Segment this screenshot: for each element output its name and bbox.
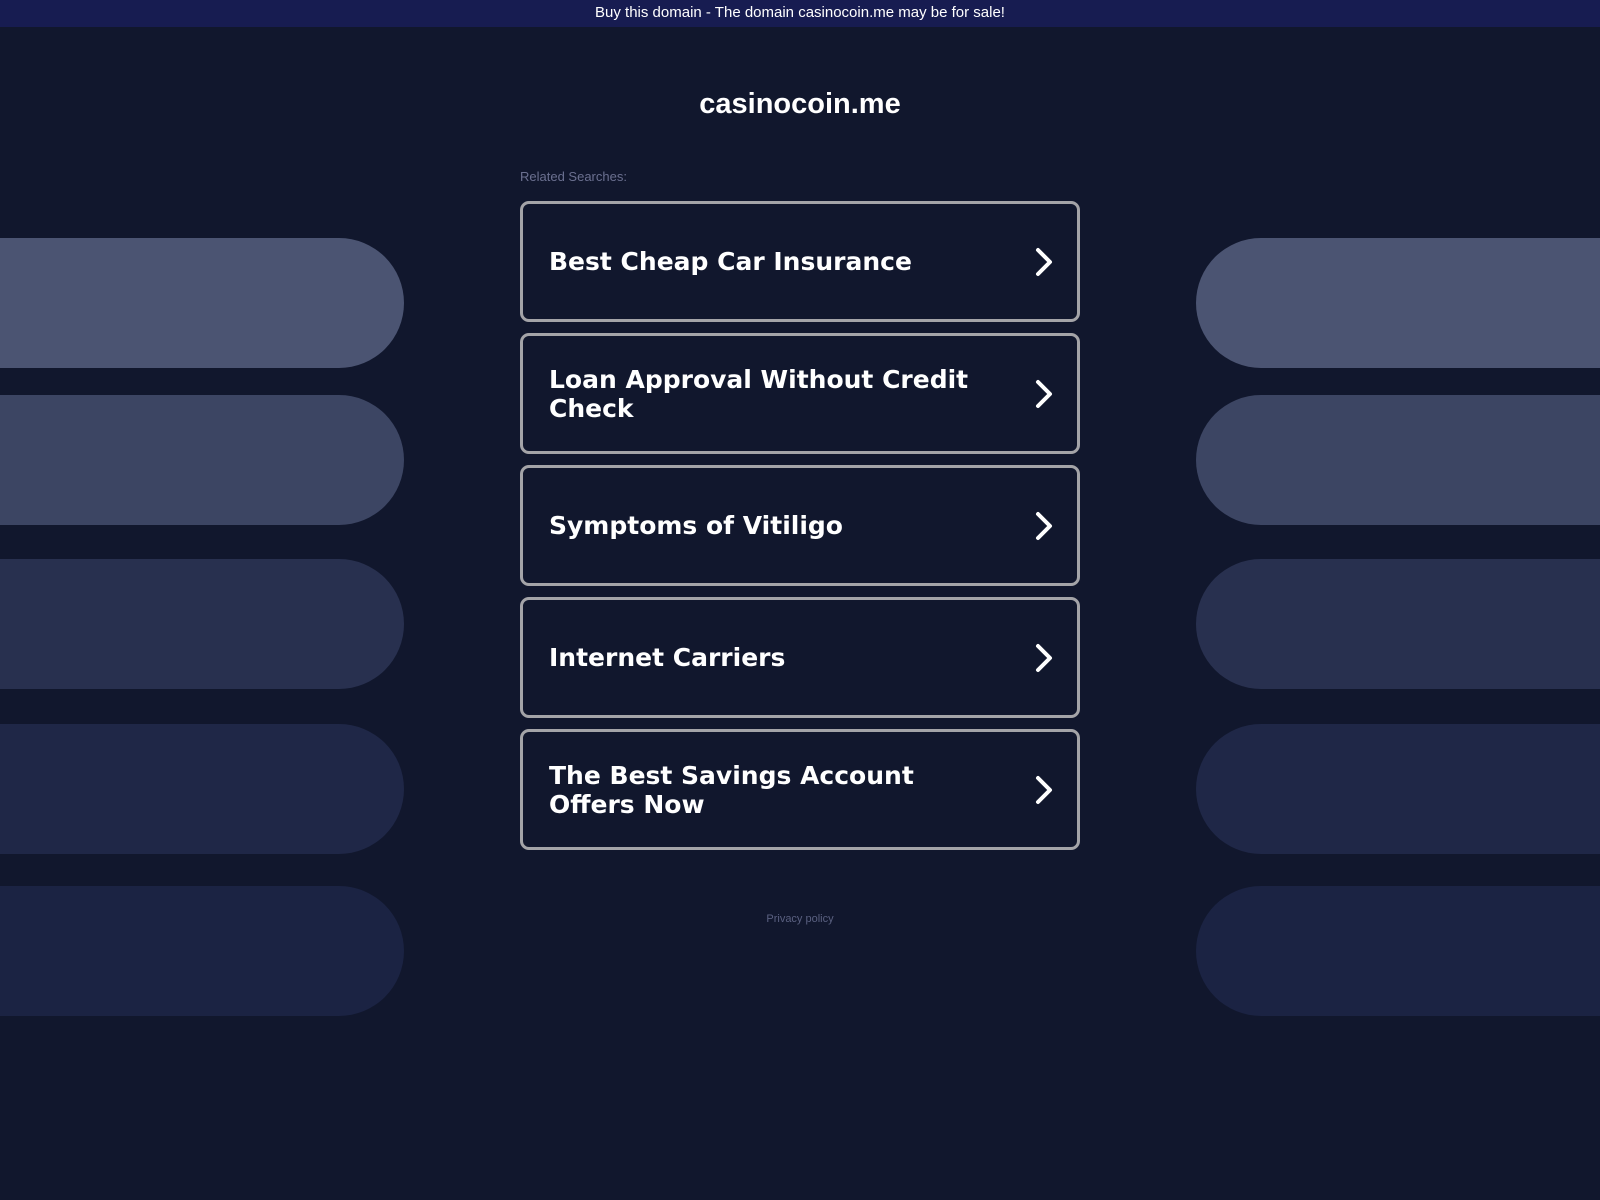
decorative-pill	[0, 395, 404, 525]
related-search-label: Loan Approval Without Credit Check	[549, 364, 969, 423]
related-search-label: The Best Savings Account Offers Now	[549, 760, 914, 819]
related-search-link[interactable]: Best Cheap Car Insurance	[520, 201, 1080, 322]
buy-domain-banner[interactable]: Buy this domain - The domain casinocoin.…	[0, 0, 1600, 27]
decorative-pill	[0, 559, 404, 689]
related-searches-label: Related Searches:	[520, 169, 627, 184]
related-search-label: Symptoms of Vitiligo	[549, 511, 843, 540]
related-search-link[interactable]: Internet Carriers	[520, 597, 1080, 718]
parked-domain-page: Buy this domain - The domain casinocoin.…	[0, 0, 1600, 1200]
decorative-pill	[0, 238, 404, 368]
related-search-link[interactable]: Symptoms of Vitiligo	[520, 465, 1080, 586]
chevron-right-icon	[1036, 643, 1052, 672]
related-search-label: Best Cheap Car Insurance	[549, 247, 912, 276]
related-search-link[interactable]: The Best Savings Account Offers Now	[520, 729, 1080, 850]
chevron-right-icon	[1036, 379, 1052, 408]
chevron-right-icon	[1036, 247, 1052, 276]
related-search-label: Internet Carriers	[549, 643, 786, 672]
chevron-right-icon	[1036, 511, 1052, 540]
decorative-pill	[0, 886, 404, 1016]
privacy-policy-link[interactable]: Privacy policy	[0, 913, 1600, 925]
decorative-pill	[1196, 886, 1600, 1016]
related-search-link[interactable]: Loan Approval Without Credit Check	[520, 333, 1080, 454]
domain-title: casinocoin.me	[699, 88, 901, 120]
decorative-pill	[1196, 395, 1600, 525]
related-searches-list: Best Cheap Car Insurance Loan Approval W…	[520, 201, 1080, 861]
decorative-pill	[1196, 559, 1600, 689]
decorative-pill	[1196, 724, 1600, 854]
decorative-pill	[1196, 238, 1600, 368]
chevron-right-icon	[1036, 775, 1052, 804]
decorative-pill	[0, 724, 404, 854]
